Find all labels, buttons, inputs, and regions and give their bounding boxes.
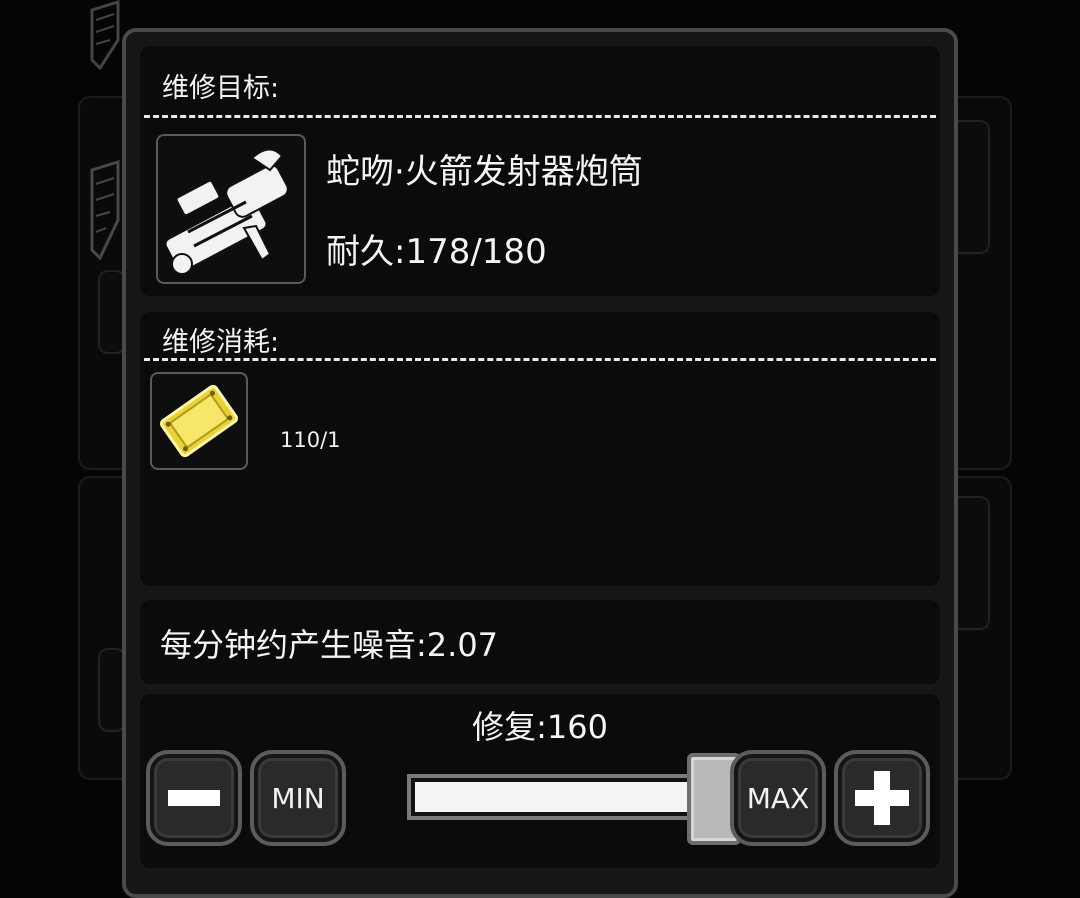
minus-icon (168, 790, 220, 806)
repair-cost-panel: 维修消耗: 110/1 (140, 312, 940, 586)
material-amount: 110/1 (280, 428, 341, 452)
repair-slider-track[interactable] (407, 774, 729, 820)
min-button[interactable]: MIN (250, 750, 346, 846)
background-weapon-icon (90, 0, 120, 70)
plus-icon (855, 771, 909, 825)
divider (144, 358, 936, 361)
min-button-label: MIN (271, 781, 325, 815)
decrease-button[interactable] (146, 750, 242, 846)
background-weapon-icon (90, 160, 120, 260)
target-item-name: 蛇吻·火箭发射器炮筒 (326, 152, 643, 192)
noise-panel: 每分钟约产生噪音:2.07 (140, 600, 940, 684)
repair-target-title: 维修目标: (162, 73, 280, 104)
repair-amount-label: 修复:160 (472, 708, 608, 746)
rocket-launcher-barrel-icon (164, 148, 289, 275)
repair-cost-title: 维修消耗: (162, 327, 280, 358)
divider (144, 115, 936, 118)
material-slot[interactable] (150, 372, 248, 470)
max-button-label: MAX (746, 781, 810, 815)
repair-dialog: 维修目标: 蛇吻·火箭发射器炮筒 耐久:178/180 维修消耗: 110/1 … (122, 28, 958, 898)
target-item-slot[interactable] (156, 134, 306, 284)
repair-amount-panel: 修复:160 MIN MAX (140, 694, 940, 868)
increase-button[interactable] (834, 750, 930, 846)
max-button[interactable]: MAX (730, 750, 826, 846)
repair-target-panel: 维修目标: 蛇吻·火箭发射器炮筒 耐久:178/180 (140, 46, 940, 296)
repair-slider-fill (415, 782, 691, 812)
gold-plate-icon (159, 384, 239, 458)
noise-text: 每分钟约产生噪音:2.07 (160, 626, 499, 664)
target-durability: 耐久:178/180 (326, 232, 547, 272)
